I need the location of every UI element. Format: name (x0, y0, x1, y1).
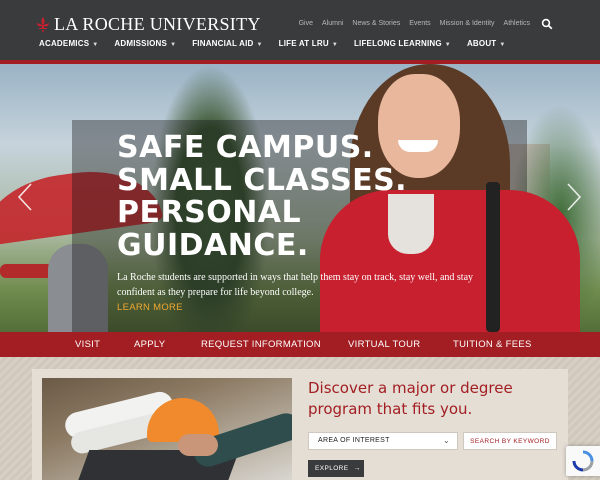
caret-down-icon: ▼ (331, 42, 338, 48)
caret-down-icon: ▼ (92, 42, 99, 48)
action-apply[interactable]: APPLY (134, 339, 165, 350)
recaptcha-badge[interactable] (566, 446, 600, 476)
nav-label: FINANCIAL AID (192, 39, 254, 48)
university-logo[interactable]: LA ROCHE UNIVERSITY (36, 14, 261, 35)
nav-life-at-lru[interactable]: LIFE AT LRU ▼ (279, 39, 338, 48)
program-finder-heading: Discover a major or degree program that … (308, 379, 513, 418)
area-of-interest-select[interactable]: AREA OF INTEREST ⌄ (308, 432, 458, 450)
action-bar: VISIT APPLY REQUEST INFORMATION VIRTUAL … (0, 332, 600, 357)
photo-hand (178, 434, 218, 456)
site-header: LA ROCHE UNIVERSITY Give Alumni News & S… (0, 0, 600, 60)
chevron-left-icon[interactable] (16, 182, 34, 212)
explore-label: EXPLORE (315, 465, 349, 472)
utility-link-news[interactable]: News & Stories (352, 20, 400, 27)
hero-headline-line: PERSONAL (117, 195, 302, 230)
learn-more-link[interactable]: LEARN MORE (117, 302, 183, 313)
hero-headline: SAFE CAMPUS. SMALL CLASSES. PERSONAL GUI… (117, 130, 437, 263)
search-by-keyword-button[interactable]: SEARCH BY KEYWORD (463, 432, 557, 450)
utility-link-give[interactable]: Give (299, 20, 313, 27)
caret-down-icon: ▼ (256, 42, 263, 48)
search-icon[interactable] (541, 18, 553, 30)
utility-link-athletics[interactable]: Athletics (504, 20, 530, 27)
caret-down-icon: ▼ (499, 42, 506, 48)
hero-headline-line: SAFE CAMPUS. (117, 130, 374, 165)
recaptcha-icon (572, 450, 594, 472)
utility-link-events[interactable]: Events (409, 20, 430, 27)
chevron-down-icon: ⌄ (442, 436, 450, 445)
nav-label: LIFELONG LEARNING (353, 39, 442, 48)
nav-label: ABOUT (466, 39, 497, 48)
hero-photo-backpack-strap (486, 182, 500, 332)
nav-about[interactable]: ABOUT ▼ (467, 39, 506, 48)
nav-lifelong-learning[interactable]: LIFELONG LEARNING ▼ (354, 39, 451, 48)
program-finder-photo (42, 378, 292, 480)
hero-body-text: La Roche students are supported in ways … (117, 272, 474, 298)
explore-button[interactable]: EXPLORE → (308, 460, 364, 477)
caret-down-icon: ▼ (170, 42, 177, 48)
action-visit[interactable]: VISIT (75, 339, 100, 350)
action-request-information[interactable]: REQUEST INFORMATION (201, 339, 321, 350)
caret-down-icon: ▼ (444, 42, 451, 48)
arrow-right-icon: → (353, 465, 361, 472)
nav-financial-aid[interactable]: FINANCIAL AID ▼ (192, 39, 262, 48)
utility-link-mission[interactable]: Mission & Identity (440, 20, 495, 27)
utility-nav: Give Alumni News & Stories Events Missio… (299, 20, 530, 27)
nav-label: ACADEMICS (39, 39, 90, 48)
select-value: AREA OF INTEREST (318, 437, 390, 444)
utility-link-alumni[interactable]: Alumni (322, 20, 343, 27)
chevron-right-icon[interactable] (565, 182, 583, 212)
nav-label: LIFE AT LRU (278, 39, 329, 48)
nav-label: ADMISSIONS (114, 39, 168, 48)
action-virtual-tour[interactable]: VIRTUAL TOUR (348, 339, 420, 350)
hero-headline-line: SMALL CLASSES. (117, 162, 408, 198)
fleur-de-lis-icon (37, 16, 49, 33)
nav-admissions[interactable]: ADMISSIONS ▼ (114, 39, 176, 48)
nav-academics[interactable]: ACADEMICS ▼ (39, 39, 98, 48)
hero-headline-line: GUIDANCE. (117, 227, 309, 263)
action-tuition-fees[interactable]: TUITION & FEES (453, 339, 532, 350)
logo-text: LA ROCHE UNIVERSITY (54, 14, 261, 34)
main-nav: ACADEMICS ▼ ADMISSIONS ▼ FINANCIAL AID ▼ LI… (39, 39, 506, 48)
